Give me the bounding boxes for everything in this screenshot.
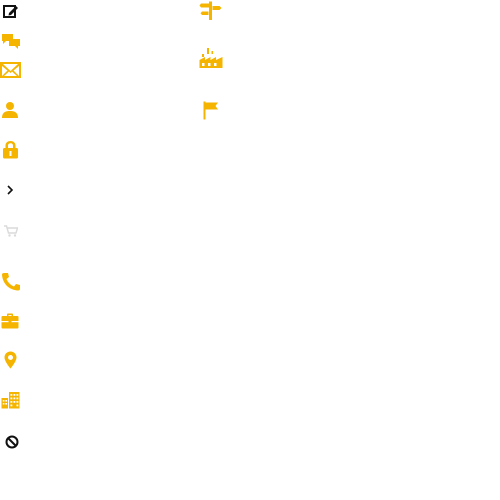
phone-icon[interactable] — [1, 272, 21, 291]
icon-canvas — [0, 0, 500, 500]
lock-icon[interactable] — [2, 140, 19, 159]
flag-icon[interactable] — [203, 101, 219, 120]
factory-icon[interactable] — [199, 47, 223, 69]
block-icon[interactable] — [5, 435, 19, 449]
map-pin-icon[interactable] — [4, 351, 17, 369]
briefcase-icon[interactable] — [1, 313, 19, 329]
edit-icon[interactable] — [2, 2, 20, 20]
chat-bubbles-icon[interactable] — [1, 32, 21, 50]
chevron-right-icon[interactable] — [6, 185, 14, 195]
signpost-icon[interactable] — [199, 1, 222, 20]
buildings-icon[interactable] — [1, 391, 20, 409]
cart-icon[interactable] — [4, 225, 18, 237]
user-icon[interactable] — [1, 101, 19, 119]
mail-icon[interactable] — [0, 62, 21, 78]
